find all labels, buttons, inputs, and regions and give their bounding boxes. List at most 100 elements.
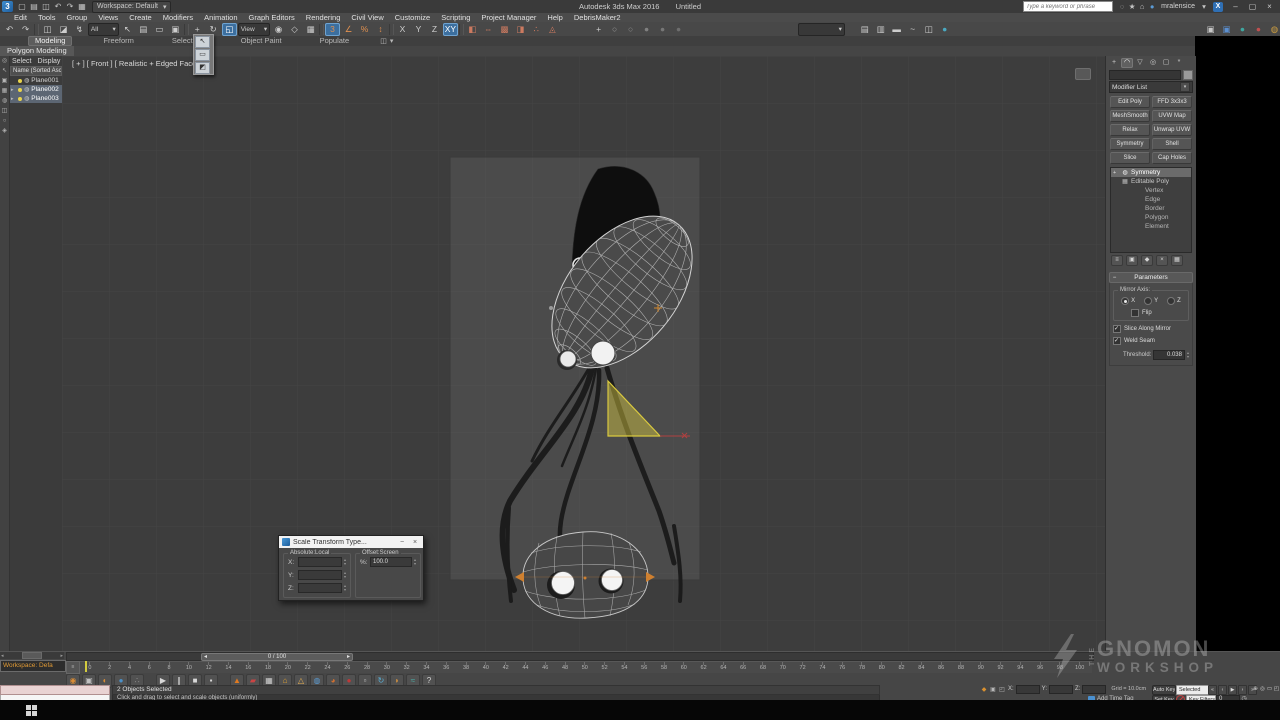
dialog-title-bar[interactable]: Scale Transform Type... − ×: [279, 536, 423, 548]
brush-size-xxl-icon[interactable]: ●: [671, 23, 686, 36]
mirror-icon[interactable]: ◧: [465, 23, 480, 36]
object-color-swatch[interactable]: [1183, 70, 1193, 80]
angle-snap-icon[interactable]: ∠: [341, 23, 356, 36]
flyout-paint-select-icon[interactable]: ◩: [195, 62, 210, 74]
curve-editor-icon[interactable]: ~: [905, 23, 920, 36]
make-unique-icon[interactable]: ◆: [1141, 255, 1153, 266]
modifier-button[interactable]: MeshSmooth: [1110, 110, 1150, 122]
percent-snap-icon[interactable]: %: [357, 23, 372, 36]
zoom-extents-icon[interactable]: ▭: [1266, 685, 1273, 693]
render-last-icon[interactable]: ◍: [1267, 23, 1280, 36]
field-of-view-icon[interactable]: ◰: [1273, 685, 1280, 693]
menu-item[interactable]: Create: [129, 13, 152, 22]
viewport-quick-menu-icon[interactable]: [1075, 68, 1091, 80]
track-bar-ruler[interactable]: 0246810121416182022242628303234363840424…: [80, 661, 1092, 673]
save-file-icon[interactable]: ◫: [40, 1, 52, 12]
modifier-stack-row[interactable]: Polygon: [1111, 213, 1191, 222]
menu-item[interactable]: Scripting: [441, 13, 470, 22]
rendered-frame-icon[interactable]: ▣: [1219, 23, 1234, 36]
weld-seam-checkbox[interactable]: [1113, 337, 1121, 345]
menu-item[interactable]: Help: [547, 13, 562, 22]
slice-along-mirror-checkbox[interactable]: [1113, 325, 1121, 333]
home-icon[interactable]: ⌂: [1137, 2, 1147, 11]
normal-align-icon[interactable]: ◬: [545, 23, 560, 36]
favorites-icon[interactable]: ★: [1127, 2, 1137, 11]
menu-item[interactable]: Graph Editors: [249, 13, 295, 22]
configure-modifier-sets-icon[interactable]: ▦: [1171, 255, 1183, 266]
modifier-button[interactable]: Edit Poly: [1110, 96, 1150, 108]
modifier-stack-row[interactable]: Element: [1111, 222, 1191, 231]
modify-tab-icon[interactable]: ◠: [1121, 58, 1133, 68]
explorer-geometry-filter-icon[interactable]: ▦: [2, 88, 8, 95]
menu-item[interactable]: Rendering: [306, 13, 341, 22]
explorer-row[interactable]: ▸ ◍ Plane003: [10, 94, 62, 103]
remove-modifier-icon[interactable]: ×: [1156, 255, 1168, 266]
explorer-select-icon[interactable]: ↖: [2, 68, 7, 75]
search-input[interactable]: [1023, 1, 1113, 12]
object-name-field[interactable]: [1109, 70, 1181, 80]
schematic-view-icon[interactable]: ◫: [921, 23, 936, 36]
spinner-arrows-icon[interactable]: ▴▾: [344, 558, 346, 566]
workspace-dropdown[interactable]: Workspace: Default ▾: [92, 1, 171, 13]
spinner-arrows-icon[interactable]: ▴▾: [414, 558, 416, 566]
render-production-icon[interactable]: ●: [1235, 23, 1250, 36]
axis-z-icon[interactable]: Z: [427, 23, 442, 36]
dialog-minimize-button[interactable]: −: [397, 539, 407, 546]
key-mode-dropdown[interactable]: Selected: [1176, 685, 1210, 695]
crosshair-tool-icon[interactable]: +: [591, 23, 606, 36]
use-pivot-center-icon[interactable]: ◉: [271, 23, 286, 36]
select-and-link-icon[interactable]: ◫: [40, 23, 55, 36]
spinner-arrows-icon[interactable]: ▴▾: [1187, 351, 1189, 359]
avatar-icon[interactable]: ●: [1147, 2, 1157, 11]
show-end-result-icon[interactable]: ▣: [1126, 255, 1138, 266]
offset-percent-field[interactable]: 100.0: [370, 557, 412, 567]
axis-radio-option[interactable]: Y: [1144, 297, 1158, 305]
axis-radio-option[interactable]: X: [1121, 297, 1135, 305]
select-and-manipulate-icon[interactable]: ◇: [287, 23, 302, 36]
minimize-button[interactable]: –: [1227, 2, 1244, 11]
expand-arrow-icon[interactable]: ▸: [11, 96, 16, 102]
menu-item[interactable]: Edit: [14, 13, 27, 22]
coord-x-field[interactable]: [1016, 685, 1040, 694]
status-key-icon[interactable]: ◆: [980, 686, 988, 693]
reference-coordinate-dropdown[interactable]: View▾: [238, 23, 270, 36]
undo-icon[interactable]: ↶: [2, 23, 17, 36]
modifier-button[interactable]: UVW Map: [1152, 110, 1192, 122]
named-selection-sets-dropdown[interactable]: ▾: [798, 23, 845, 36]
viewport-canvas[interactable]: [62, 56, 1105, 651]
modifier-button[interactable]: Slice: [1110, 152, 1150, 164]
viewport[interactable]: [ + ] [ Front ] [ Realistic + Edged Face…: [62, 56, 1105, 651]
explorer-horizontal-scrollbar[interactable]: ◂ ▸: [0, 652, 64, 659]
explorer-menu-item[interactable]: Display: [37, 58, 60, 65]
explorer-find-icon[interactable]: ◎: [2, 58, 7, 65]
username-label[interactable]: mralensice: [1161, 3, 1195, 10]
menu-item[interactable]: Views: [98, 13, 118, 22]
selection-filter-dropdown[interactable]: All▾: [88, 23, 119, 36]
snapshot-icon[interactable]: ◨: [513, 23, 528, 36]
modifier-button[interactable]: Cap Holes: [1152, 152, 1192, 164]
absolute-y-field[interactable]: [298, 570, 342, 580]
brush-size-medium-icon[interactable]: ○: [623, 23, 638, 36]
ribbon-camera-icon[interactable]: ◫: [380, 37, 387, 45]
modifier-button[interactable]: Symmetry: [1110, 138, 1150, 150]
current-frame-caret[interactable]: [85, 661, 87, 672]
toggle-ribbon-icon[interactable]: ▬: [889, 23, 904, 36]
menu-item[interactable]: Customize: [395, 13, 430, 22]
menu-item[interactable]: Project Manager: [481, 13, 536, 22]
menu-item[interactable]: Group: [66, 13, 87, 22]
explorer-lock-icon[interactable]: ▣: [2, 78, 8, 85]
app-menu-button[interactable]: 3: [2, 1, 13, 12]
dialog-close-button[interactable]: ×: [410, 539, 420, 546]
next-frame-arrow-icon[interactable]: ▸: [347, 654, 350, 660]
expand-icon[interactable]: +: [1113, 170, 1119, 176]
previous-frame-icon[interactable]: ‹: [1218, 685, 1227, 695]
scroll-right-icon[interactable]: ▸: [60, 653, 63, 659]
brush-size-small-icon[interactable]: ○: [607, 23, 622, 36]
zoom-icon[interactable]: ⊕: [1252, 685, 1259, 693]
select-object-icon[interactable]: ↖: [120, 23, 135, 36]
listener-macro-row[interactable]: [0, 685, 110, 695]
ribbon-tab[interactable]: Object Paint: [234, 36, 289, 46]
toggle-layer-explorer-icon[interactable]: ▥: [873, 23, 888, 36]
utilities-tab-icon[interactable]: *: [1173, 58, 1185, 68]
window-crossing-icon[interactable]: ▣: [168, 23, 183, 36]
